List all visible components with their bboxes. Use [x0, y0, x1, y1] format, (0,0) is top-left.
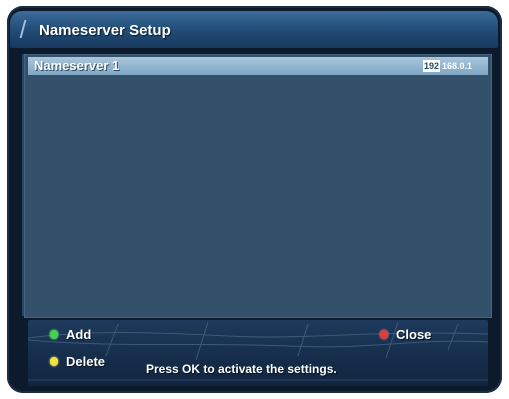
red-key-icon [380, 330, 388, 339]
close-button[interactable]: Close [380, 327, 431, 342]
close-label: Close [396, 327, 432, 342]
delete-label: Delete [66, 354, 106, 369]
page-title: Nameserver Setup [39, 22, 171, 39]
yellow-key-icon [50, 357, 58, 366]
nameserver-ip-field[interactable]: 192 168.0.1 [423, 58, 472, 74]
ip-remaining-octets: 168.0.1 [442, 61, 473, 71]
ip-octet-cursor[interactable]: 192 [423, 60, 441, 72]
hint-text: Press OK to activate the settings. [146, 362, 337, 376]
nameserver-list [24, 54, 492, 318]
add-button[interactable]: Add [50, 327, 91, 342]
add-label: Add [66, 327, 92, 342]
green-key-icon [50, 330, 58, 339]
nameserver-label: Nameserver 1 [34, 58, 120, 73]
delete-button[interactable]: Delete [50, 354, 105, 369]
